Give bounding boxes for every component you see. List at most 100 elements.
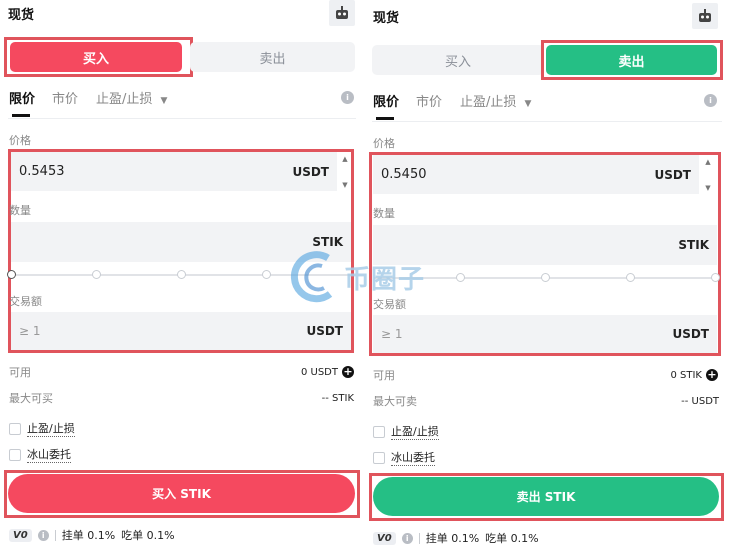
watermark: 币圈子: [290, 250, 425, 304]
taker-fee: 吃单 0.1%: [485, 532, 539, 545]
checkbox-icon[interactable]: [9, 422, 21, 435]
slider-stop-75[interactable]: [262, 270, 271, 279]
vip-badge[interactable]: V0: [9, 528, 32, 542]
tab-limit-underline: [376, 117, 394, 120]
price-value: 0.5453: [19, 164, 65, 179]
available-value: 0 USDT: [300, 366, 338, 378]
tab-tpsl[interactable]: 止盈/止损 ▼: [96, 88, 167, 107]
qty-unit: STIK: [312, 235, 343, 249]
buy-tab[interactable]: 买入: [10, 42, 182, 72]
slider-stop-0[interactable]: [7, 270, 16, 279]
amount-unit: USDT: [672, 327, 709, 341]
available-label: 可用: [9, 366, 31, 379]
checkbox-icon[interactable]: [9, 448, 21, 461]
iceberg-checkbox[interactable]: 冰山委托: [9, 446, 71, 463]
amount-unit: USDT: [306, 324, 343, 338]
panel-title: 现货: [8, 8, 35, 23]
price-stepper[interactable]: ▲ ▼: [339, 155, 351, 189]
iceberg-label: 冰山委托: [391, 451, 435, 466]
taker-fee: 吃单 0.1%: [121, 529, 175, 542]
price-unit: USDT: [654, 167, 691, 182]
slider-stop-50[interactable]: [541, 273, 550, 282]
amount-input[interactable]: ≥ 1 USDT: [373, 315, 717, 353]
slider-stop-50[interactable]: [177, 270, 186, 279]
info-icon[interactable]: i: [401, 532, 413, 544]
checkbox-icon[interactable]: [373, 425, 385, 438]
divider: [418, 532, 420, 544]
tab-tpsl-label: 止盈/止损: [96, 92, 153, 107]
fee-footer: V0 i 挂单 0.1% 吃单 0.1%: [373, 530, 539, 546]
price-label: 价格: [9, 134, 31, 147]
fee-footer: V0 i 挂单 0.1% 吃单 0.1%: [9, 527, 175, 543]
tabs-divider: [8, 118, 356, 119]
max-row: 最大可买 -- STIK: [9, 390, 354, 406]
amount-placeholder: ≥ 1: [381, 327, 403, 341]
plus-icon[interactable]: +: [342, 366, 354, 378]
max-row: 最大可卖 -- USDT: [373, 393, 719, 409]
available-row: 可用 0 STIK +: [373, 367, 718, 383]
price-unit: USDT: [292, 164, 329, 179]
iceberg-label: 冰山委托: [27, 448, 71, 463]
available-label: 可用: [373, 369, 395, 382]
amount-input[interactable]: ≥ 1 USDT: [11, 312, 351, 350]
max-value: -- STIK: [321, 392, 354, 404]
tab-limit-underline: [12, 114, 30, 117]
stepper-up-icon[interactable]: ▲: [705, 158, 710, 166]
available-row: 可用 0 USDT +: [9, 364, 354, 380]
price-label: 价格: [373, 137, 395, 150]
price-input[interactable]: 0.5450 USDT: [373, 155, 699, 194]
slider-stop-100[interactable]: [711, 273, 720, 282]
tpsl-label: 止盈/止损: [391, 425, 439, 440]
amount-label: 交易额: [9, 295, 42, 308]
chevron-down-icon: ▼: [524, 99, 532, 109]
qty-label: 数量: [373, 207, 395, 220]
buy-tab[interactable]: 买入: [372, 45, 544, 75]
slider-stop-25[interactable]: [456, 273, 465, 282]
sell-tab[interactable]: 卖出: [190, 42, 355, 72]
stepper-down-icon[interactable]: ▼: [342, 181, 347, 189]
slider-stop-75[interactable]: [626, 273, 635, 282]
checkbox-icon[interactable]: [373, 451, 385, 464]
tab-market[interactable]: 市价: [416, 91, 442, 110]
robot-icon[interactable]: [329, 0, 355, 26]
plus-icon[interactable]: +: [706, 369, 718, 381]
watermark-text: 币圈子: [344, 264, 426, 295]
qty-label: 数量: [9, 204, 31, 217]
maker-fee: 挂单 0.1%: [425, 532, 480, 545]
tab-limit[interactable]: 限价: [373, 91, 399, 110]
tpsl-label: 止盈/止损: [27, 422, 75, 437]
slider-stop-25[interactable]: [92, 270, 101, 279]
info-icon[interactable]: i: [704, 94, 717, 107]
iceberg-checkbox[interactable]: 冰山委托: [373, 449, 435, 466]
watermark-logo-icon: [290, 251, 333, 303]
buy-submit-button[interactable]: 买入 STIK: [8, 474, 355, 513]
info-icon[interactable]: i: [37, 529, 49, 541]
tab-tpsl-label: 止盈/止损: [460, 95, 517, 110]
maker-fee: 挂单 0.1%: [61, 529, 116, 542]
vip-badge[interactable]: V0: [373, 531, 396, 545]
max-label: 最大可买: [9, 392, 53, 405]
info-icon[interactable]: i: [341, 91, 354, 104]
price-input[interactable]: 0.5453 USDT: [11, 152, 337, 191]
robot-icon[interactable]: [692, 3, 718, 29]
price-stepper[interactable]: ▲ ▼: [702, 158, 714, 192]
max-label: 最大可卖: [373, 395, 417, 408]
max-value: -- USDT: [681, 395, 719, 407]
divider: [54, 529, 56, 541]
tab-market[interactable]: 市价: [52, 88, 78, 107]
qty-unit: STIK: [678, 238, 709, 252]
stepper-up-icon[interactable]: ▲: [342, 155, 347, 163]
sell-tab[interactable]: 卖出: [546, 45, 717, 75]
sell-submit-button[interactable]: 卖出 STIK: [373, 477, 719, 516]
tabs-divider: [372, 121, 722, 122]
tpsl-checkbox[interactable]: 止盈/止损: [9, 420, 75, 437]
price-value: 0.5450: [381, 167, 427, 182]
tab-limit[interactable]: 限价: [9, 88, 35, 107]
tab-tpsl[interactable]: 止盈/止损 ▼: [460, 91, 531, 110]
available-value: 0 STIK: [670, 369, 702, 381]
panel-title: 现货: [373, 11, 400, 26]
stepper-down-icon[interactable]: ▼: [705, 184, 710, 192]
tpsl-checkbox[interactable]: 止盈/止损: [373, 423, 439, 440]
chevron-down-icon: ▼: [160, 96, 168, 106]
amount-placeholder: ≥ 1: [19, 324, 41, 338]
